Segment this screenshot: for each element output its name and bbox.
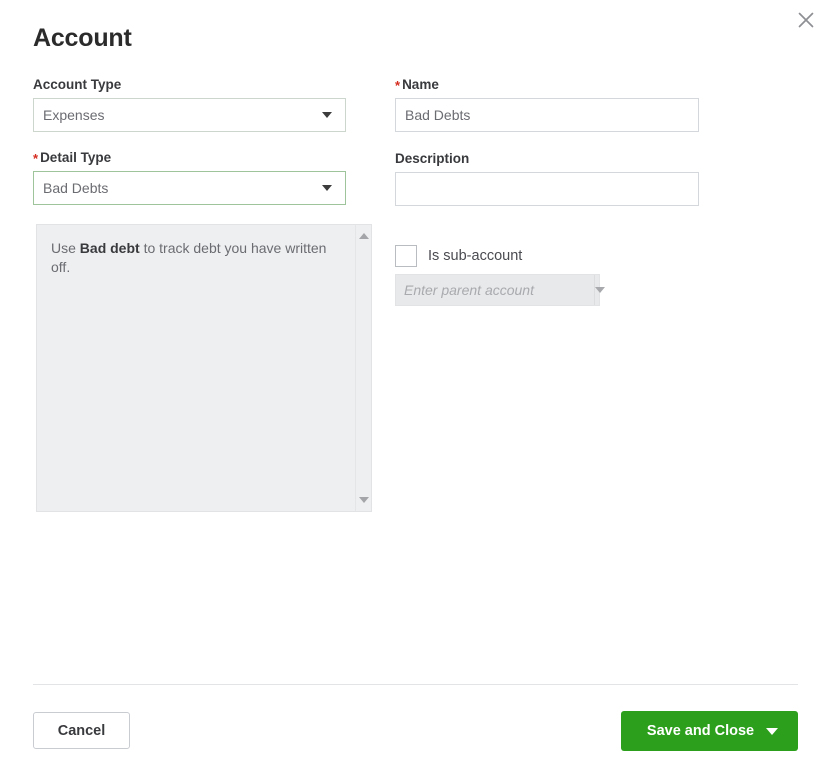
- chevron-down-icon: [322, 185, 332, 191]
- required-asterisk: *: [33, 151, 39, 166]
- page-title: Account: [33, 24, 132, 52]
- help-text: Use Bad debt to track debt you have writ…: [37, 225, 371, 277]
- detail-type-label-text: Detail Type: [40, 150, 112, 165]
- form-column-left: Account Type Expenses * Detail Type Bad D…: [33, 76, 353, 205]
- description-label: Description: [395, 150, 715, 168]
- help-panel-scrollbar[interactable]: [355, 225, 371, 511]
- parent-account-combobox[interactable]: [395, 274, 605, 306]
- account-modal: Account Account Type Expenses * Detail Ty…: [0, 0, 830, 783]
- chevron-down-icon[interactable]: [766, 727, 778, 735]
- account-type-label-text: Account Type: [33, 77, 122, 92]
- chevron-down-icon: [595, 287, 605, 293]
- close-button[interactable]: [793, 7, 819, 33]
- is-sub-account-row[interactable]: Is sub-account: [395, 245, 522, 267]
- is-sub-account-label: Is sub-account: [428, 248, 523, 264]
- close-icon: [796, 10, 816, 30]
- footer-divider: [33, 684, 798, 685]
- is-sub-account-checkbox[interactable]: [395, 245, 417, 267]
- detail-type-help-panel: Use Bad debt to track debt you have writ…: [36, 224, 372, 512]
- triangle-down-icon[interactable]: [359, 497, 369, 503]
- account-type-select[interactable]: Expenses: [33, 98, 346, 132]
- required-asterisk: *: [395, 78, 401, 93]
- name-input[interactable]: [395, 98, 699, 132]
- form-column-right: *Name Description: [395, 76, 715, 206]
- help-text-prefix: Use: [51, 240, 80, 256]
- description-label-text: Description: [395, 151, 470, 166]
- detail-type-value: Bad Debts: [43, 180, 109, 196]
- account-type-value: Expenses: [43, 107, 105, 123]
- chevron-down-icon: [322, 112, 332, 118]
- name-label: * Name: [395, 76, 715, 94]
- account-type-label: Account Type: [33, 76, 353, 94]
- name-label-text: Name: [402, 77, 439, 92]
- save-and-close-button[interactable]: Save and Close: [621, 711, 798, 751]
- detail-type-select[interactable]: Bad Debts: [33, 171, 346, 205]
- parent-account-dropdown-button[interactable]: [594, 275, 605, 305]
- triangle-up-icon[interactable]: [359, 233, 369, 239]
- save-and-close-label: Save and Close: [646, 723, 755, 739]
- help-text-bold: Bad debt: [79, 240, 140, 256]
- parent-account-input[interactable]: [396, 275, 594, 305]
- description-input[interactable]: [395, 172, 699, 206]
- detail-type-label: * Detail Type: [33, 149, 353, 167]
- cancel-button[interactable]: Cancel: [33, 712, 130, 749]
